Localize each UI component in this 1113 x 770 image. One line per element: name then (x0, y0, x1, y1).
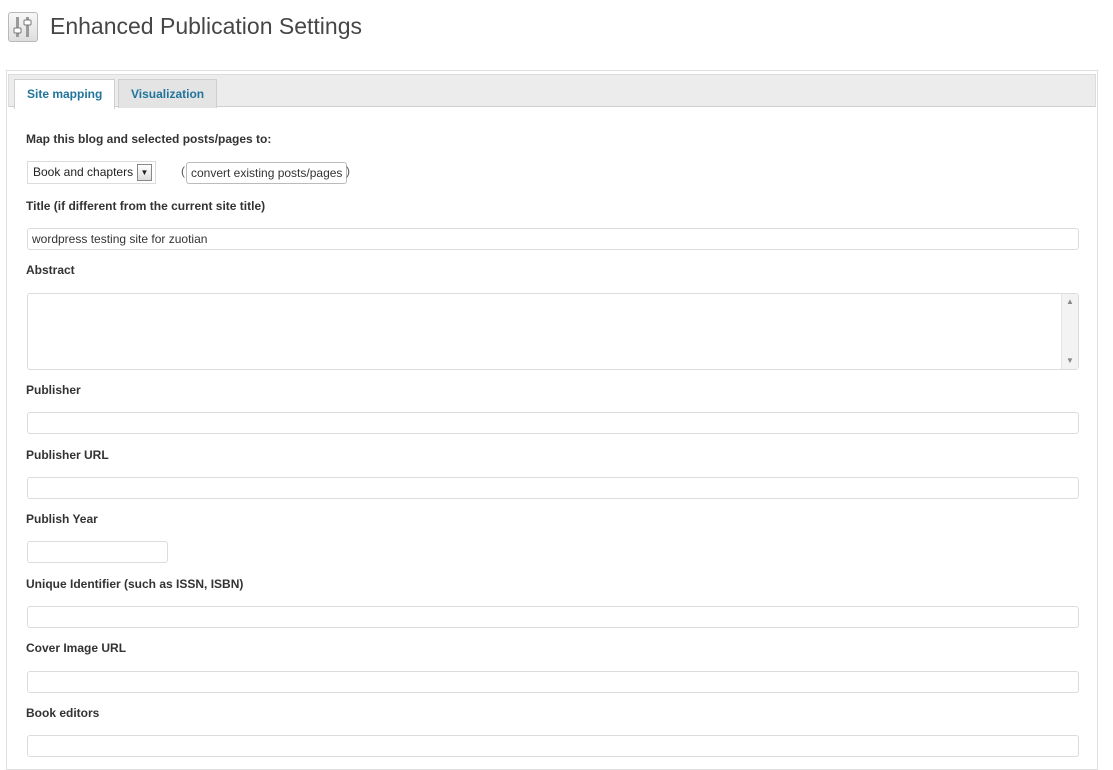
chevron-down-icon[interactable]: ▼ (137, 164, 152, 181)
tab-site-mapping[interactable]: Site mapping (14, 79, 116, 109)
scroll-up-icon[interactable]: ▲ (1062, 295, 1078, 309)
cover-image-label: Cover Image URL (26, 641, 127, 655)
book-editors-field[interactable] (27, 735, 1079, 757)
tab-visualization[interactable]: Visualization (118, 79, 218, 108)
abstract-scrollbar[interactable]: ▲ ▼ (1061, 294, 1078, 369)
publisher-url-label: Publisher URL (26, 448, 109, 462)
identifier-label: Unique Identifier (such as ISSN, ISBN) (26, 577, 244, 591)
page-title: Enhanced Publication Settings (50, 13, 362, 39)
paren-close: ) (346, 164, 350, 178)
settings-sliders-icon (8, 12, 38, 42)
title-field[interactable]: wordpress testing site for zuotian (27, 228, 1079, 250)
tab-bar: Site mapping Visualization (8, 74, 1096, 109)
publish-year-label: Publish Year (26, 512, 98, 526)
identifier-field[interactable] (27, 606, 1079, 628)
map-type-select[interactable]: Book and chapters ▼ (27, 161, 156, 184)
paren-open: ( (181, 164, 185, 178)
page-header: Enhanced Publication Settings (0, 0, 1113, 60)
publisher-field[interactable] (27, 412, 1079, 434)
map-type-value: Book and chapters (33, 165, 134, 179)
abstract-textarea[interactable]: ▲ ▼ (27, 293, 1079, 370)
cover-image-field[interactable] (27, 671, 1079, 693)
convert-posts-button[interactable]: convert existing posts/pages (186, 162, 348, 184)
book-editors-label: Book editors (26, 706, 100, 720)
title-label: Title (if different from the current sit… (26, 199, 266, 213)
map-label: Map this blog and selected posts/pages t… (26, 132, 272, 146)
abstract-label: Abstract (26, 263, 75, 277)
publisher-label: Publisher (26, 383, 81, 397)
scroll-down-icon[interactable]: ▼ (1062, 354, 1078, 368)
publish-year-field[interactable] (27, 541, 168, 563)
publisher-url-field[interactable] (27, 477, 1079, 499)
